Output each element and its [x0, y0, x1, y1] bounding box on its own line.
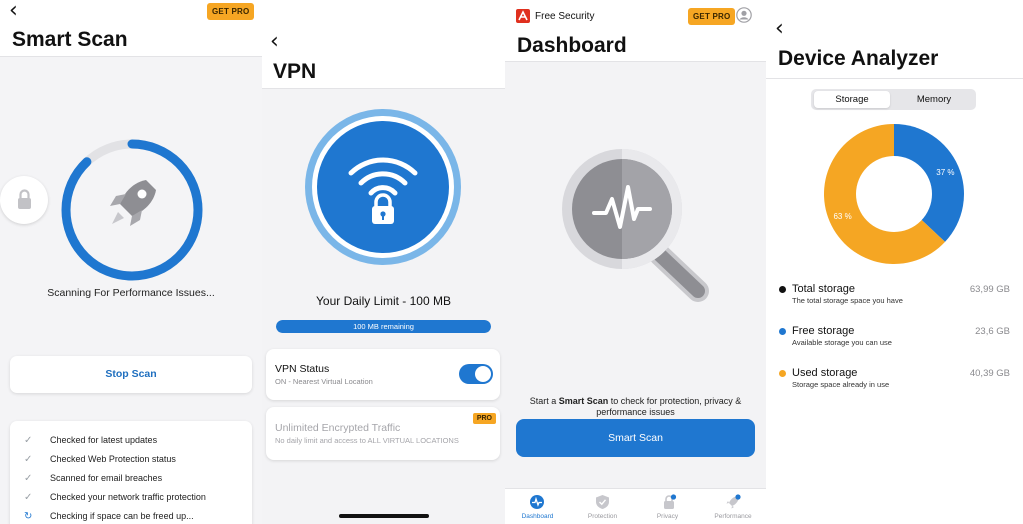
scan-checklist: ✓ Checked for latest updates ✓ Checked W… [10, 421, 252, 524]
donut-label: 63 % [833, 212, 851, 221]
lock-feature-bubble[interactable] [0, 176, 48, 224]
smart-scan-label: Smart Scan [608, 432, 663, 444]
check-icon: ✓ [24, 435, 33, 446]
scan-magnifier-graphic [562, 149, 709, 302]
scan-description: Start a Smart Scan to check for protecti… [529, 396, 742, 417]
vpn-toggle[interactable] [459, 364, 493, 384]
bottom-tab-bar: Dashboard Protection Privacy Performance [505, 488, 766, 524]
get-pro-button[interactable]: GET PRO [207, 3, 255, 20]
app-name: Free Security [535, 11, 595, 22]
smart-scan-screen: ‹ GET PRO Smart Scan Scanning For Perfor… [0, 0, 262, 524]
segment-storage[interactable]: Storage [814, 91, 890, 108]
smart-scan-header: ‹ GET PRO Smart Scan [0, 0, 262, 57]
device-analyzer-screen: ‹ Device Analyzer Storage Memory 37 % 63 … [766, 0, 1023, 524]
check-icon: ✓ [24, 473, 33, 484]
device-analyzer-header: ‹ Device Analyzer [766, 0, 1023, 79]
check-icon: ✓ [24, 454, 33, 465]
daily-limit-text: Your Daily Limit - 100 MB [316, 294, 451, 308]
unlimited-subtitle: No daily limit and access to ALL VIRTUAL… [275, 436, 459, 445]
data-remaining-label: 100 MB remaining [353, 322, 414, 331]
storage-item-name: Free storage [792, 325, 855, 337]
back-arrow-icon[interactable]: ‹ [775, 18, 784, 40]
toggle-knob [475, 366, 491, 382]
lock-icon [18, 189, 31, 209]
tab-performance[interactable]: Performance [700, 489, 766, 524]
storage-item-name: Total storage [792, 283, 855, 295]
tab-dashboard[interactable]: Dashboard [505, 489, 570, 524]
tab-privacy[interactable]: Privacy [635, 489, 700, 524]
tab-protection[interactable]: Protection [570, 489, 635, 524]
storage-item-sub: Storage space already in use [792, 380, 890, 389]
pro-badge: PRO [472, 413, 496, 424]
storage-donut-chart: 37 % 63 % [824, 124, 964, 264]
legend-dot [779, 286, 786, 293]
account-icon[interactable] [736, 7, 752, 23]
pulse-icon [530, 495, 544, 509]
storage-item-sub: Available storage you can use [792, 338, 892, 347]
vpn-status-card: VPN Status ON - Nearest Virtual Location [266, 349, 500, 400]
unlimited-traffic-card[interactable]: Unlimited Encrypted Traffic No daily lim… [266, 407, 500, 460]
storage-item-value: 63,99 GB [969, 284, 1010, 295]
segment-memory[interactable]: Memory [895, 91, 973, 108]
page-title: Device Analyzer [778, 47, 939, 70]
dashboard-header: Free Security GET PRO Dashboard [505, 0, 766, 62]
brand-logo-icon [516, 9, 530, 23]
vpn-status-title: VPN Status [275, 363, 330, 375]
rocket-icon [110, 180, 156, 226]
back-arrow-icon[interactable]: ‹ [9, 0, 18, 22]
shield-icon [596, 495, 609, 509]
loading-spinner-icon: ↻ [24, 511, 33, 522]
vpn-header: ‹ VPN [262, 0, 505, 89]
list-item: Free storage Available storage you can u… [766, 322, 1023, 362]
storage-item-value: 23,6 GB [975, 326, 1010, 337]
donut-label: 37 % [936, 168, 954, 177]
dashboard-screen: Free Security GET PRO Dashboard Start a … [505, 0, 766, 524]
vpn-shield-graphic [305, 109, 461, 265]
get-pro-button[interactable]: GET PRO [688, 8, 736, 25]
page-title: Dashboard [517, 34, 627, 57]
segment-control: Storage Memory [811, 89, 976, 110]
scan-status-text: Scanning For Performance Issues... [47, 287, 215, 299]
vpn-screen: ‹ VPN Your Daily Limit - 100 MB 100 MB r… [262, 0, 505, 524]
storage-item-sub: The total storage space you have [792, 296, 903, 305]
data-usage-bar: 100 MB remaining [276, 320, 491, 333]
page-title: VPN [273, 60, 317, 83]
stop-scan-button[interactable]: Stop Scan [10, 356, 252, 393]
rocket-icon [726, 494, 741, 509]
page-title: Smart Scan [12, 28, 128, 51]
list-item: Used storage Storage space already in us… [766, 364, 1023, 404]
unlimited-title: Unlimited Encrypted Traffic [275, 422, 401, 434]
lock-icon [664, 494, 677, 509]
list-item: Total storage The total storage space yo… [766, 280, 1023, 320]
back-arrow-icon[interactable]: ‹ [270, 31, 279, 53]
smart-scan-button[interactable]: Smart Scan [516, 419, 755, 457]
storage-item-name: Used storage [792, 367, 858, 379]
home-indicator[interactable] [339, 514, 429, 518]
check-icon: ✓ [24, 492, 33, 503]
stop-scan-label: Stop Scan [105, 368, 157, 380]
legend-dot [779, 370, 786, 377]
storage-item-value: 40,39 GB [969, 368, 1010, 379]
legend-dot [779, 328, 786, 335]
vpn-status-subtitle: ON - Nearest Virtual Location [275, 377, 373, 386]
